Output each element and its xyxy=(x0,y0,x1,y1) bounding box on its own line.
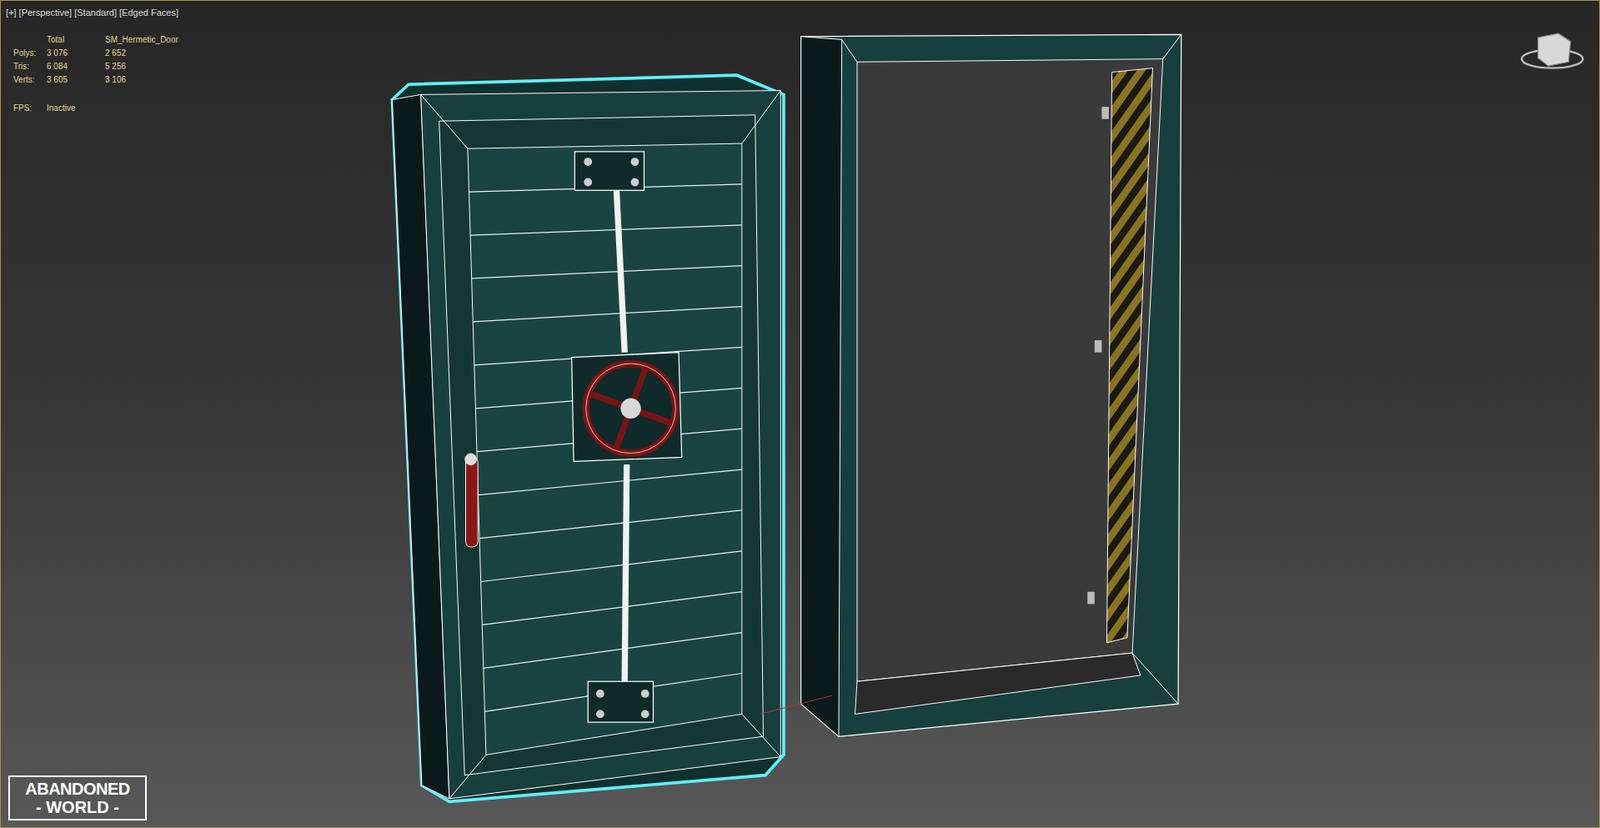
stats-label: Polys: xyxy=(13,46,47,61)
fps-row: FPS:Inactive xyxy=(13,101,179,116)
door-handle-icon[interactable] xyxy=(465,456,478,547)
stats-header: SM_Hermetic_Door xyxy=(105,33,179,47)
stats-panel: TotalSM_Hermetic_Door Polys:3 0762 652 Tri… xyxy=(13,33,179,116)
view-cube-icon[interactable] xyxy=(1521,33,1583,69)
stats-object: 5 256 xyxy=(105,60,179,74)
valve-wheel-icon[interactable] xyxy=(586,363,677,454)
door-frame[interactable] xyxy=(801,34,1182,737)
stats-object: 3 106 xyxy=(105,73,179,87)
stats-object: 2 652 xyxy=(105,46,179,61)
stats-label: Verts: xyxy=(13,73,47,87)
stats-label: Tris: xyxy=(13,60,47,74)
stats-total: 3 076 xyxy=(46,46,106,61)
viewport-label[interactable]: [+] [Perspective] [Standard] [Edged Face… xyxy=(5,5,179,21)
viewport[interactable]: [+] [Perspective] [Standard] [Edged Face… xyxy=(0,0,1600,828)
hermetic-door[interactable] xyxy=(391,75,783,802)
stats-header: Total xyxy=(46,33,106,47)
stats-total: 3 605 xyxy=(46,73,106,87)
logo: ABANDONED- WORLD - xyxy=(8,775,147,821)
scene-canvas[interactable] xyxy=(0,0,1600,828)
stats-total: 6 084 xyxy=(46,60,106,74)
